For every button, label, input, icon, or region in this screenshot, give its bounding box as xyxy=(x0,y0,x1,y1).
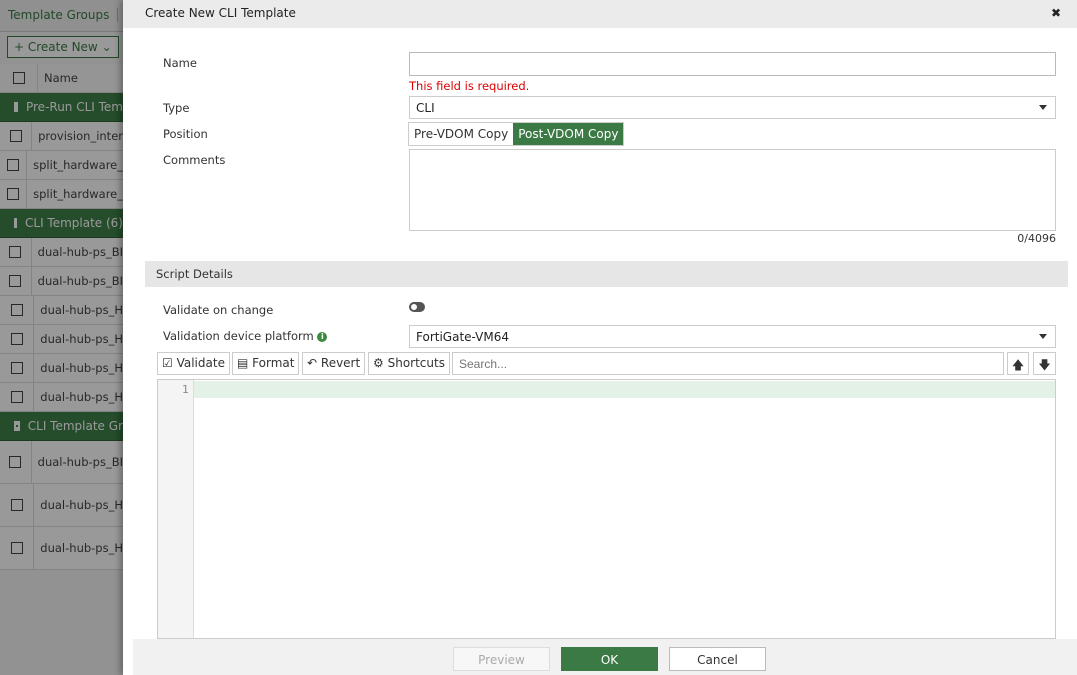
type-select[interactable]: CLI xyxy=(409,96,1056,119)
cancel-button[interactable]: Cancel xyxy=(669,647,766,671)
name-input[interactable] xyxy=(409,52,1056,76)
format-icon: ▤ xyxy=(237,356,249,370)
info-icon: i xyxy=(317,331,328,342)
preview-button[interactable]: Preview xyxy=(453,647,550,671)
close-icon[interactable]: ✖ xyxy=(1051,6,1061,20)
chevron-down-icon xyxy=(1039,105,1047,110)
revert-button[interactable]: ↶ Revert xyxy=(302,352,366,375)
type-label: Type xyxy=(163,101,190,115)
comments-textarea[interactable] xyxy=(409,149,1056,231)
search-up-button[interactable]: 🡅 xyxy=(1007,352,1029,375)
chevron-down-icon xyxy=(1039,334,1047,339)
post-vdom-copy-option[interactable]: Post-VDOM Copy xyxy=(513,123,624,145)
validate-button[interactable]: ☑ Validate xyxy=(157,352,230,375)
modal-overlay xyxy=(0,0,123,675)
comments-char-count: 0/4096 xyxy=(1017,232,1056,245)
position-label: Position xyxy=(163,127,208,141)
pre-vdom-copy-option[interactable]: Pre-VDOM Copy xyxy=(409,123,513,145)
validate-icon: ☑ xyxy=(162,356,173,370)
gear-icon: ⚙ xyxy=(373,356,384,370)
search-input[interactable] xyxy=(452,352,1004,375)
platform-select[interactable]: FortiGate-VM64 xyxy=(409,325,1056,348)
script-details-header: Script Details xyxy=(145,261,1068,287)
name-label: Name xyxy=(163,56,197,70)
revert-icon: ↶ xyxy=(307,356,318,370)
search-down-button[interactable]: 🡇 xyxy=(1033,352,1056,375)
validate-on-change-label: Validate on change xyxy=(163,303,274,317)
arrow-down-icon: 🡇 xyxy=(1038,358,1051,372)
comments-label: Comments xyxy=(163,153,226,167)
validate-on-change-toggle[interactable] xyxy=(409,302,425,312)
platform-label: Validation device platform i xyxy=(163,329,328,343)
format-button[interactable]: ▤ Format xyxy=(232,352,300,375)
position-toggle: Pre-VDOM Copy Post-VDOM Copy xyxy=(408,122,625,146)
script-editor[interactable]: 1 xyxy=(157,379,1056,639)
dialog-title: Create New CLI Template xyxy=(145,6,296,20)
shortcuts-button[interactable]: ⚙ Shortcuts xyxy=(368,352,450,375)
line-gutter: 1 xyxy=(158,380,194,638)
create-cli-template-dialog: Create New CLI Template ✖ Name This field… xyxy=(123,0,1077,675)
name-error: This field is required. xyxy=(409,79,530,93)
arrow-up-icon: 🡅 xyxy=(1011,358,1025,372)
ok-button[interactable]: OK xyxy=(561,647,658,671)
active-line xyxy=(194,381,1055,398)
